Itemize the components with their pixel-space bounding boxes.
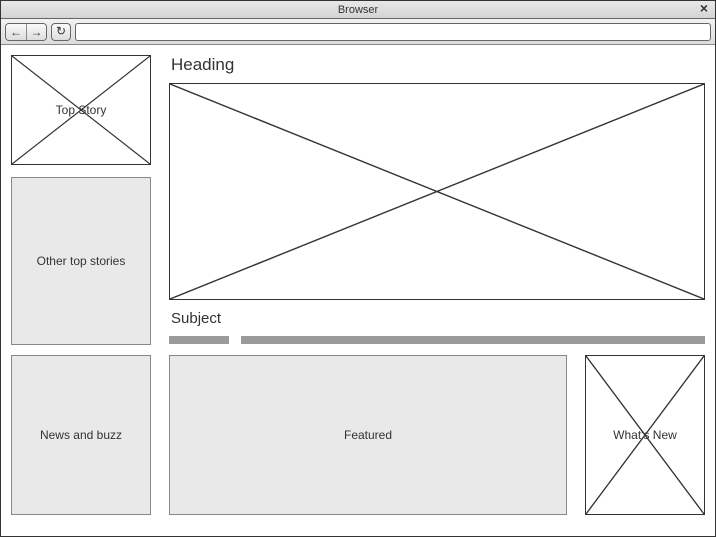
other-top-stories-panel[interactable]: Other top stories [11, 177, 151, 345]
text-placeholder-row [169, 335, 705, 345]
browser-window: Browser × ← → ↻ Top Story [0, 0, 716, 537]
arrow-right-icon: → [31, 25, 43, 39]
image-placeholder-icon [170, 84, 704, 299]
close-icon[interactable]: × [695, 1, 713, 18]
sidebar: Top Story Other top stories [11, 55, 151, 345]
featured-panel[interactable]: Featured [169, 355, 567, 515]
main-column: Heading Subject [169, 55, 705, 345]
toolbar: ← → ↻ [1, 19, 715, 45]
whats-new-image[interactable]: What's New [585, 355, 705, 515]
row-top: Top Story Other top stories Heading Subj… [11, 55, 705, 345]
other-top-stories-label: Other top stories [37, 254, 126, 268]
top-story-label: Top Story [54, 103, 109, 117]
text-placeholder-short [169, 336, 229, 344]
row-bottom: News and buzz Featured What's New [11, 355, 705, 515]
hero-image[interactable] [169, 83, 705, 300]
forward-button[interactable]: → [26, 24, 46, 40]
page-content: Top Story Other top stories Heading Subj… [1, 45, 715, 536]
news-and-buzz-panel[interactable]: News and buzz [11, 355, 151, 515]
featured-label: Featured [344, 428, 392, 442]
text-placeholder-long [241, 336, 705, 344]
reload-icon: ↻ [56, 24, 66, 38]
reload-button[interactable]: ↻ [51, 23, 71, 41]
arrow-left-icon: ← [10, 25, 22, 39]
titlebar: Browser × [1, 1, 715, 19]
whats-new-label: What's New [611, 428, 679, 442]
window-title: Browser [1, 4, 715, 16]
url-input[interactable] [75, 23, 711, 41]
top-story-image[interactable]: Top Story [11, 55, 151, 165]
nav-group: ← → [5, 23, 47, 41]
news-and-buzz-label: News and buzz [40, 428, 122, 442]
back-button[interactable]: ← [6, 24, 26, 40]
subject-heading: Subject [169, 310, 705, 327]
page-heading: Heading [169, 55, 705, 75]
